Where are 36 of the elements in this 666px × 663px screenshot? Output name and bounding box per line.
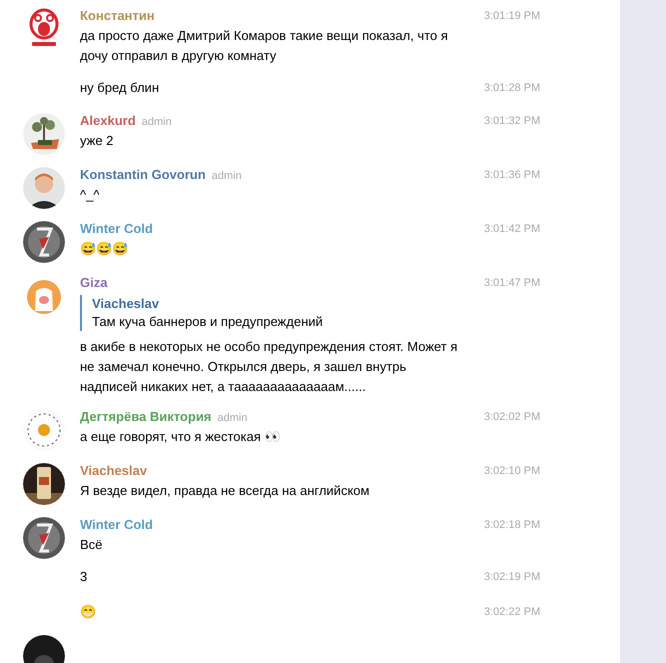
message-text: Всё <box>80 536 104 554</box>
author-name[interactable]: Konstantin Govorun <box>80 165 206 184</box>
author-name[interactable]: Winter Cold <box>80 219 153 238</box>
admin-label: admin <box>212 169 242 184</box>
message-time: 3:02:18 PM <box>483 518 542 533</box>
message-time: 3:01:36 PM <box>483 168 542 183</box>
reply-text: Там куча баннеров и предупреждений <box>92 313 324 331</box>
message-text: уже 2 <box>80 132 114 150</box>
admin-label: admin <box>217 411 248 426</box>
author-name[interactable]: Alexkurd <box>80 111 136 130</box>
reply-author: Viacheslav <box>92 295 160 313</box>
message-text: а еще говорят, что я жестокая 👀 <box>80 428 282 446</box>
message-time: 3:01:47 PM <box>483 276 542 291</box>
author-name[interactable]: Viacheslav <box>80 461 147 480</box>
message-text: Я везде видел, правда не всегда на английском <box>80 482 370 500</box>
message-text: ну бред блин <box>80 79 160 97</box>
message-text: да просто даже Дмитрий Комаров такие вещи показал, что я дочу отправил в другую комнату <box>80 27 449 65</box>
message-time: 3:01:42 PM <box>483 222 542 237</box>
message-time: 3:01:28 PM <box>483 81 542 96</box>
message-text: в акибе в некоторых не особо предупреждения стоят. Может я не замечал конечно. Открылся дверь, я зашел внутрь надписей никаких нет, а таааааааааааааам...... <box>80 338 458 396</box>
message-time: 3:01:19 PM <box>483 9 542 24</box>
author-name[interactable]: Константин <box>80 6 155 26</box>
message-text: ^_^ <box>80 186 100 204</box>
message-time: 3:01:32 PM <box>483 114 542 129</box>
message-text: 😅😅😅 <box>80 240 129 258</box>
message-time: 3:02:10 PM <box>483 464 542 479</box>
message-time: 3:02:22 PM <box>483 605 542 620</box>
author-name[interactable]: Giza <box>80 273 108 292</box>
reply-quote[interactable]: Viacheslav Там куча баннеров и предупреждений <box>80 295 472 331</box>
author-name[interactable]: Winter Cold <box>80 515 153 534</box>
author-name[interactable]: Дегтярёва Виктория <box>80 407 212 426</box>
message-time: 3:02:02 PM <box>483 410 542 425</box>
admin-label: admin <box>142 115 172 130</box>
message-text: 3 <box>80 568 88 586</box>
message-text: 😁 <box>80 603 97 621</box>
message-time: 3:02:19 PM <box>483 570 542 585</box>
